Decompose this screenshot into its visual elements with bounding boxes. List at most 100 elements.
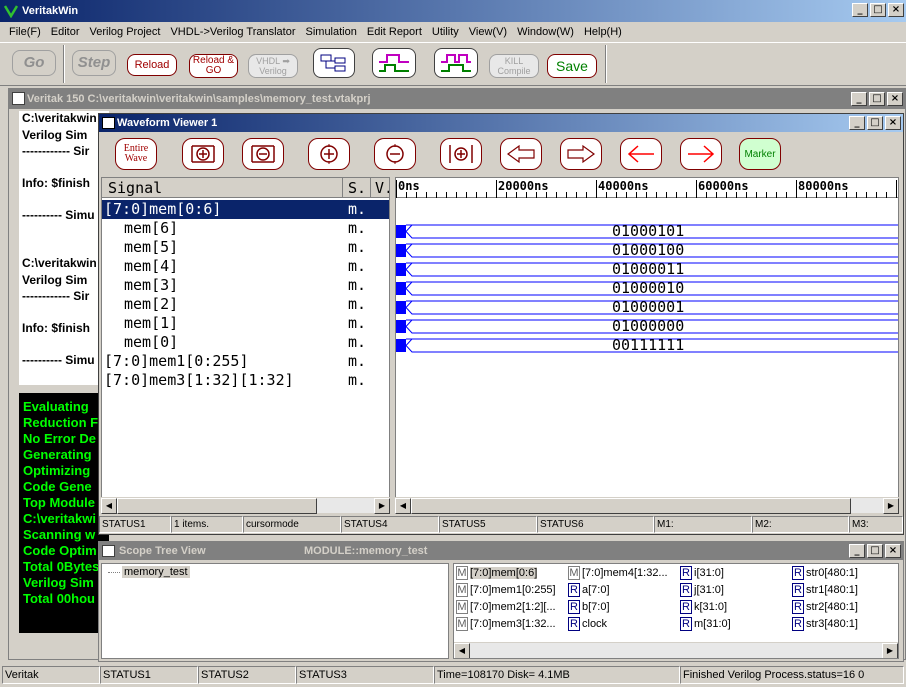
variable-item[interactable]: Ra[7:0] bbox=[568, 583, 610, 597]
scroll-right-arrow-icon[interactable]: ▶ bbox=[883, 498, 899, 514]
menu-utility[interactable]: Utility bbox=[427, 26, 464, 38]
project-close-button[interactable]: × bbox=[887, 92, 903, 106]
zoom-in-button[interactable] bbox=[308, 138, 350, 170]
menu-edit-report[interactable]: Edit Report bbox=[362, 26, 427, 38]
bus-waveform[interactable]: 01000011 bbox=[396, 260, 898, 278]
bus-waveform[interactable]: 01000010 bbox=[396, 279, 898, 297]
next-edge-button[interactable] bbox=[680, 138, 722, 170]
scroll-thumb[interactable] bbox=[117, 498, 317, 514]
waveform-maximize-button[interactable]: □ bbox=[867, 116, 883, 130]
variable-item[interactable]: Rstr3[480:1] bbox=[792, 617, 858, 631]
signal-row[interactable]: mem[1] m. bbox=[102, 314, 389, 333]
menu-simulation[interactable]: Simulation bbox=[301, 26, 362, 38]
variable-item[interactable]: Rstr1[480:1] bbox=[792, 583, 858, 597]
scroll-left-arrow-icon[interactable]: ◀ bbox=[454, 643, 470, 658]
waveform-minimize-button[interactable]: _ bbox=[849, 116, 865, 130]
signal-row[interactable]: [7:0]mem1[0:255] m. bbox=[102, 352, 389, 371]
menu-window[interactable]: Window(W) bbox=[512, 26, 579, 38]
waveform-new-button[interactable] bbox=[434, 48, 478, 78]
signal-row[interactable]: mem[0] m. bbox=[102, 333, 389, 352]
variable-item[interactable]: M [7:0]mem2[1:2][... bbox=[456, 600, 556, 614]
reload-button[interactable]: Reload bbox=[127, 54, 177, 76]
entire-wave-button[interactable]: Entire Wave bbox=[115, 138, 157, 170]
bus-waveform[interactable]: 01000100 bbox=[396, 241, 898, 259]
variable-item[interactable]: Rstr0[480:1] bbox=[792, 566, 858, 580]
log-line: C:\veritakwin bbox=[22, 111, 97, 125]
reload-go-button[interactable]: Reload & GO bbox=[189, 54, 238, 78]
zoom-region-button[interactable] bbox=[440, 138, 482, 170]
bus-waveform[interactable]: 00111111 bbox=[396, 336, 898, 354]
maximize-button[interactable]: □ bbox=[870, 3, 886, 17]
wave-display[interactable]: 0ns 20000ns 40000ns 60000ns 80000ns 0100… bbox=[395, 177, 899, 503]
bus-waveform[interactable]: 01000001 bbox=[396, 298, 898, 316]
hierarchy-button[interactable] bbox=[313, 48, 355, 78]
scope-column-header[interactable]: S. bbox=[348, 179, 366, 197]
zoom-in-box-button[interactable] bbox=[182, 138, 224, 170]
waveform-close-button[interactable]: × bbox=[885, 116, 901, 130]
log-line: ---------- Simu bbox=[22, 208, 95, 222]
memory-type-icon: M bbox=[568, 566, 580, 580]
zoom-out-box-button[interactable] bbox=[242, 138, 284, 170]
zoom-out-button[interactable] bbox=[374, 138, 416, 170]
bus-waveform[interactable]: 01000000 bbox=[396, 317, 898, 335]
project-maximize-button[interactable]: □ bbox=[869, 92, 885, 106]
variable-item[interactable]: Rclock bbox=[568, 617, 607, 631]
variable-label: [7:0]mem1[0:255] bbox=[470, 584, 556, 596]
value-column-header[interactable]: V. bbox=[375, 179, 389, 197]
scroll-thumb[interactable] bbox=[411, 498, 851, 514]
menu-verilog-project[interactable]: Verilog Project bbox=[85, 26, 166, 38]
scroll-left-button[interactable] bbox=[500, 138, 542, 170]
scope-module: MODULE::memory_test bbox=[304, 545, 428, 557]
wave-hscroll[interactable]: ◀ ▶ bbox=[395, 497, 899, 514]
scroll-right-arrow-icon[interactable]: ▶ bbox=[882, 643, 898, 658]
scroll-left-arrow-icon[interactable]: ◀ bbox=[395, 498, 411, 514]
variable-item[interactable]: Ri[31:0] bbox=[680, 566, 724, 580]
menu-view[interactable]: View(V) bbox=[464, 26, 512, 38]
menu-help[interactable]: Help(H) bbox=[579, 26, 627, 38]
signal-row[interactable]: mem[6] m. bbox=[102, 219, 389, 238]
kill-compile-button[interactable]: KILL Compile bbox=[489, 54, 539, 78]
go-button[interactable]: Go bbox=[12, 50, 56, 76]
minimize-button[interactable]: _ bbox=[852, 3, 868, 17]
signal-column-header[interactable]: Signal bbox=[108, 179, 162, 197]
scope-minimize-button[interactable]: _ bbox=[849, 544, 865, 558]
scroll-right-button[interactable] bbox=[560, 138, 602, 170]
variable-item[interactable]: M [7:0]mem3[1:32... bbox=[456, 617, 556, 631]
signal-row[interactable]: [7:0]mem3[1:32][1:32] m. bbox=[102, 371, 389, 390]
signal-row[interactable]: mem[3] m. bbox=[102, 276, 389, 295]
variable-item[interactable]: Rb[7:0] bbox=[568, 600, 610, 614]
save-button[interactable]: Save bbox=[547, 54, 597, 78]
bus-waveform[interactable]: 01000101 bbox=[396, 222, 898, 240]
variable-item[interactable]: Rj[31:0] bbox=[680, 583, 724, 597]
step-button[interactable]: Step bbox=[72, 50, 116, 76]
close-button[interactable]: × bbox=[888, 3, 904, 17]
signal-row[interactable]: mem[2] m. bbox=[102, 295, 389, 314]
status-cell: M1: bbox=[654, 516, 752, 533]
scope-close-button[interactable]: × bbox=[885, 544, 901, 558]
signal-list-hscroll[interactable]: ◀ ▶ bbox=[101, 497, 390, 514]
tree-node-memory-test[interactable]: memory_test bbox=[122, 566, 190, 578]
variable-item[interactable]: Rm[31:0] bbox=[680, 617, 731, 631]
signal-row[interactable]: mem[5] m. bbox=[102, 238, 389, 257]
prev-edge-button[interactable] bbox=[620, 138, 662, 170]
marker-button[interactable]: Marker bbox=[739, 138, 781, 170]
variable-item[interactable]: Rk[31:0] bbox=[680, 600, 727, 614]
memory-type-icon: M bbox=[456, 600, 468, 614]
variable-item[interactable]: M [7:0]mem[0:6] bbox=[456, 566, 538, 580]
scroll-left-arrow-icon[interactable]: ◀ bbox=[101, 498, 117, 514]
vhdl-verilog-button[interactable]: VHDL ➡ Verilog bbox=[248, 54, 298, 78]
project-minimize-button[interactable]: _ bbox=[851, 92, 867, 106]
variable-item[interactable]: M [7:0]mem4[1:32... bbox=[568, 566, 668, 580]
signal-row[interactable]: [7:0]mem[0:6] m. bbox=[102, 200, 389, 219]
menu-editor[interactable]: Editor bbox=[46, 26, 85, 38]
waveform-button[interactable] bbox=[372, 48, 416, 78]
signal-name: [7:0]mem[0:6] bbox=[104, 200, 222, 218]
scroll-right-arrow-icon[interactable]: ▶ bbox=[374, 498, 390, 514]
variable-hscroll[interactable]: ◀ ▶ bbox=[454, 642, 898, 658]
menu-file[interactable]: File(F) bbox=[4, 26, 46, 38]
scope-maximize-button[interactable]: □ bbox=[867, 544, 883, 558]
variable-item[interactable]: Rstr2[480:1] bbox=[792, 600, 858, 614]
variable-item[interactable]: M [7:0]mem1[0:255] bbox=[456, 583, 556, 597]
menu-vhdl-translator[interactable]: VHDL->Verilog Translator bbox=[165, 26, 300, 38]
signal-row[interactable]: mem[4] m. bbox=[102, 257, 389, 276]
